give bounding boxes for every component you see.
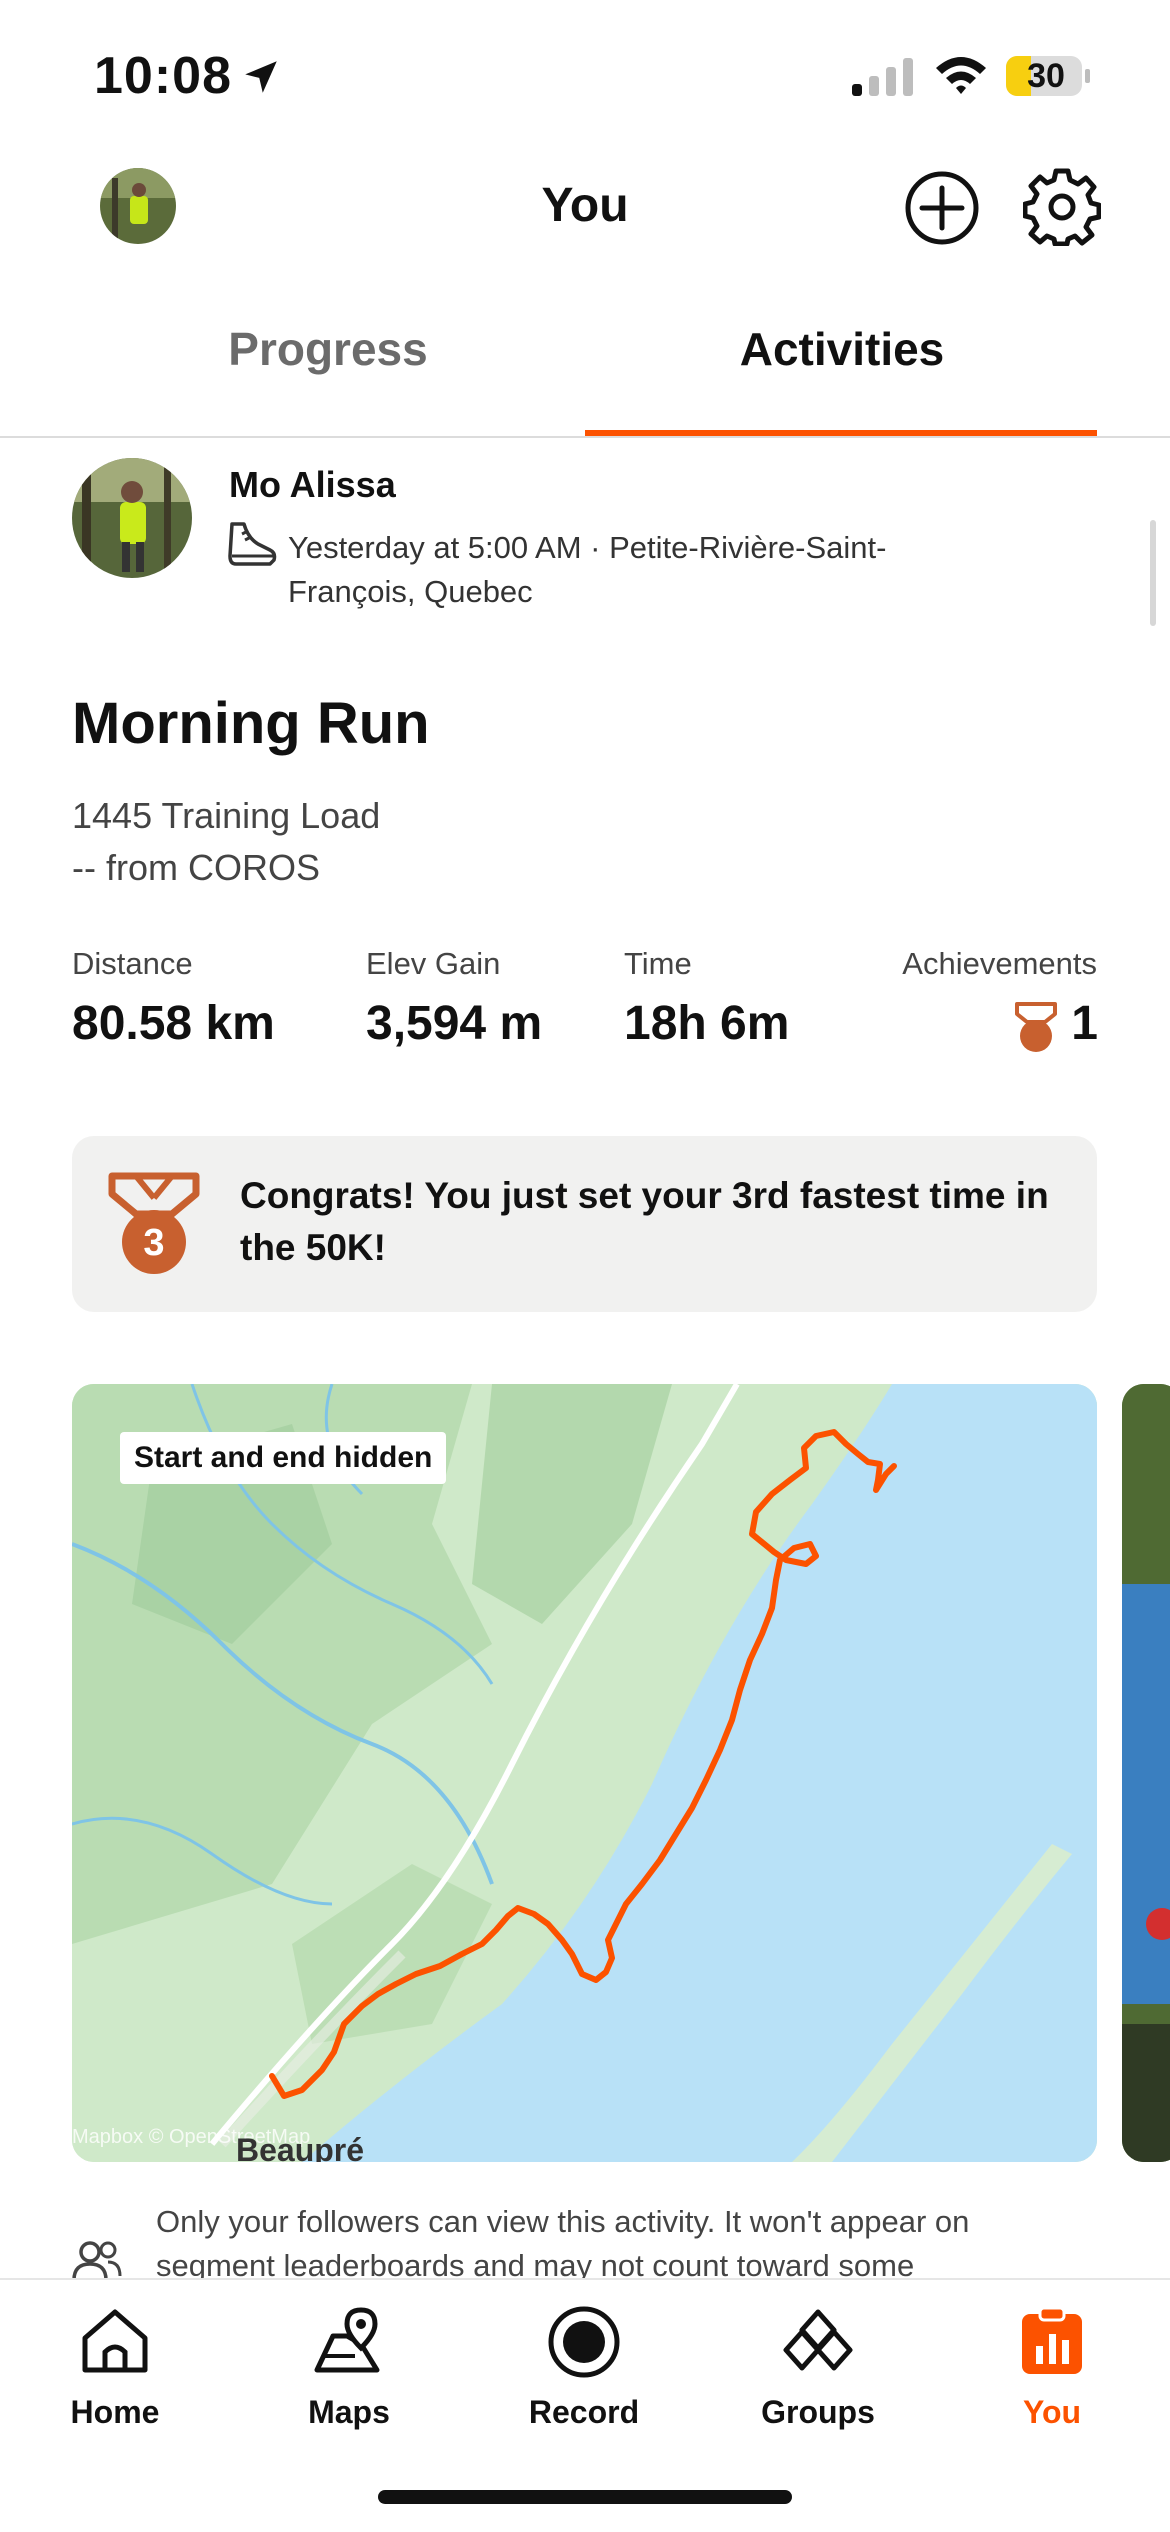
nav-home[interactable]: Home	[25, 2304, 205, 2431]
svg-text:3: 3	[143, 1222, 164, 1264]
active-tab-indicator	[585, 430, 1097, 436]
maps-icon	[314, 2307, 380, 2373]
home-indicator[interactable]	[378, 2490, 792, 2504]
groups-icon	[783, 2309, 853, 2371]
elev-gain-label: Elev Gain	[366, 946, 501, 981]
distance-label: Distance	[72, 946, 193, 981]
athlete-name[interactable]: Mo Alissa	[229, 464, 396, 506]
run-shoe-icon	[228, 522, 277, 566]
record-icon	[548, 2306, 620, 2378]
description-line-2: -- from COROS	[72, 847, 320, 888]
achievement-message: Congrats! You just set your 3rd fastest …	[240, 1175, 1049, 1268]
nav-you-label: You	[1022, 2394, 1082, 2430]
map-city-label: Beaupré	[236, 2132, 365, 2162]
nav-home-label: Home	[70, 2394, 160, 2430]
status-time: 10:08	[94, 47, 232, 105]
page-title: You	[541, 179, 629, 232]
activity-meta: Yesterday at 5:00 AM · Petite-Rivière-Sa…	[288, 530, 887, 609]
cellular-signal-icon	[852, 58, 913, 96]
tab-progress[interactable]: Progress	[68, 322, 588, 376]
activity-photo[interactable]	[1122, 1384, 1170, 2162]
location-arrow-icon	[245, 61, 277, 93]
wifi-icon	[936, 57, 986, 94]
battery-level: 30	[1027, 57, 1065, 95]
tab-activities[interactable]: Activities	[582, 322, 1102, 376]
time-label: Time	[624, 946, 692, 981]
description-line-1: 1445 Training Load	[72, 795, 381, 836]
distance-value: 80.58 km	[72, 997, 275, 1050]
status-bar: 10:08 30	[0, 0, 1170, 140]
tab-bar: Progress Activities	[0, 300, 1170, 438]
nav-groups[interactable]: Groups	[728, 2304, 908, 2431]
activity-description: 1445 Training Load -- from COROS	[72, 790, 380, 894]
nav-record-label: Record	[528, 2394, 640, 2430]
you-icon	[1022, 2306, 1082, 2374]
elev-gain-value: 3,594 m	[366, 997, 543, 1050]
start-end-hidden-badge: Start and end hidden	[120, 1432, 447, 1484]
nav-maps[interactable]: Maps	[259, 2304, 439, 2431]
map-canvas	[72, 1384, 1097, 2162]
nav-you[interactable]: You	[962, 2304, 1142, 2431]
medal-icon	[1015, 1002, 1057, 1052]
home-icon	[82, 2309, 148, 2373]
scrollbar[interactable]	[1150, 520, 1156, 626]
nav-groups-label: Groups	[761, 2394, 875, 2430]
route-map[interactable]: Start and end hidden Mapbox © OpenStreet…	[72, 1384, 1097, 2162]
followers-icon	[72, 2241, 122, 2281]
achievements-value[interactable]: 1	[1071, 996, 1098, 1051]
achievements-label: Achievements	[902, 946, 1097, 981]
third-place-medal-icon: 3	[108, 1172, 200, 1274]
privacy-notice: Only your followers can view this activi…	[156, 2204, 970, 2283]
time-value: 18h 6m	[624, 997, 790, 1050]
settings-gear-icon[interactable]	[1023, 168, 1101, 246]
add-activity-icon[interactable]	[904, 170, 980, 246]
nav-record[interactable]: Record	[494, 2304, 674, 2431]
activity-title[interactable]: Morning Run	[72, 690, 430, 757]
athlete-avatar[interactable]	[72, 458, 192, 578]
nav-maps-label: Maps	[308, 2394, 390, 2430]
